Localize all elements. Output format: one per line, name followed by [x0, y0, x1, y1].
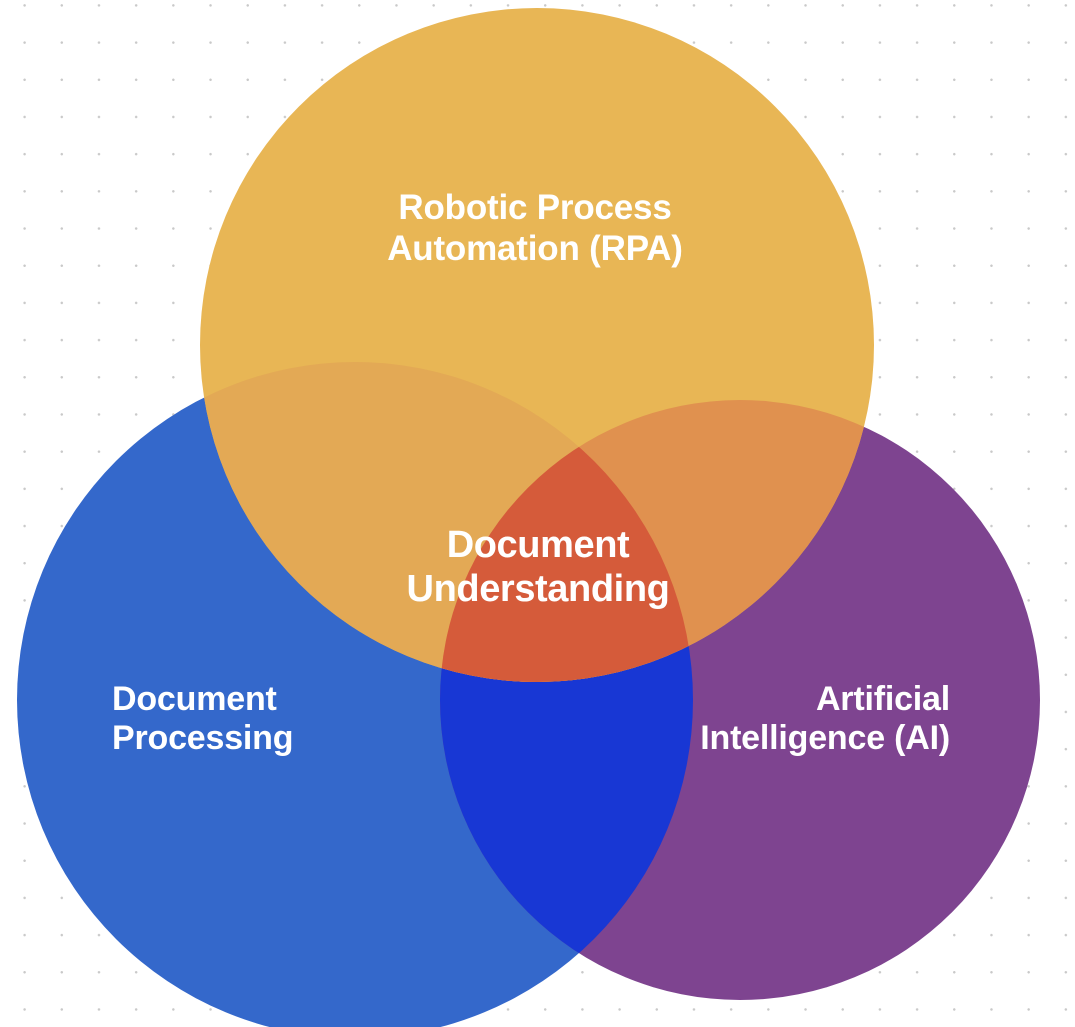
venn-diagram-svg [17, 8, 1040, 1027]
venn-diagram-canvas: Robotic Process Automation (RPA) Documen… [0, 0, 1075, 1027]
